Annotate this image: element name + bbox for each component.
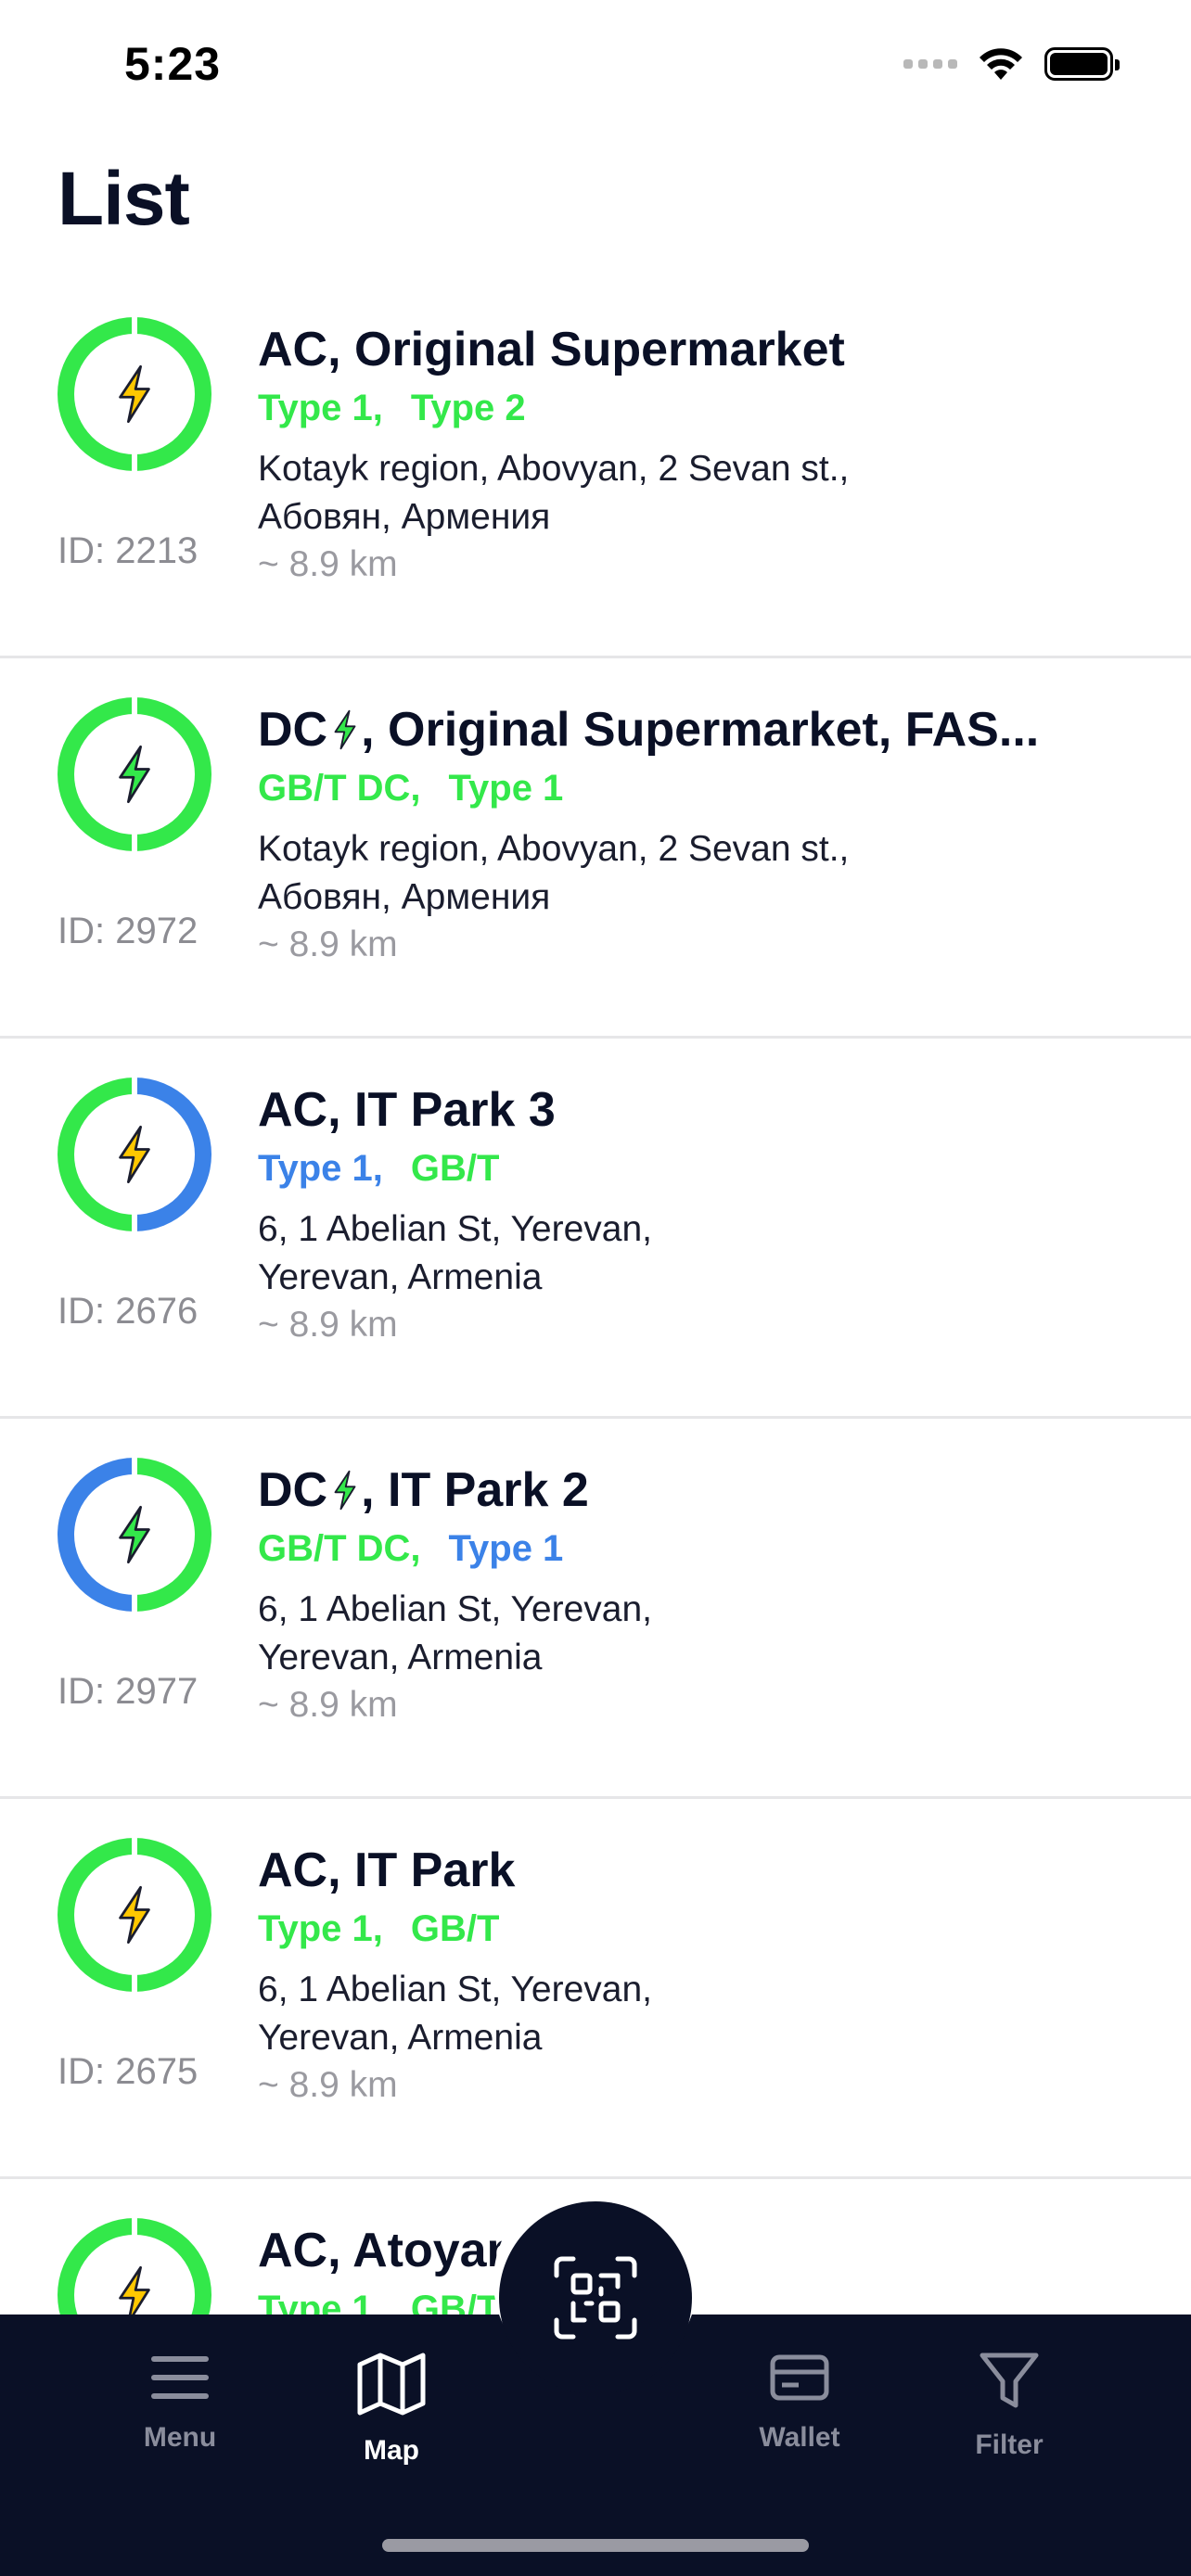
address-line-1: 6, 1 Abelian St, Yerevan,	[258, 1589, 653, 1629]
connector-type-label: GB/T DC,	[258, 768, 421, 809]
address-line-1: 6, 1 Abelian St, Yerevan,	[258, 1970, 653, 2009]
connector-type-label: Type 1	[448, 768, 564, 809]
address-line-2: Yerevan, Armenia	[258, 1638, 543, 1677]
connector-type-label: Type 1	[448, 1528, 564, 1569]
address-line-1: 6, 1 Abelian St, Yerevan,	[258, 1209, 653, 1249]
battery-icon	[1044, 47, 1120, 81]
station-distance: ~ 8.9 km	[258, 1685, 398, 1725]
connector-type-label: Type 2	[410, 388, 526, 428]
tab-filter[interactable]: Filter	[926, 2352, 1093, 2461]
address-line-2: Абовян, Армения	[258, 877, 551, 917]
tab-map-label: Map	[364, 2435, 419, 2466]
station-status-ring	[58, 1078, 211, 1231]
station-distance: ~ 8.9 km	[258, 925, 398, 964]
station-name: DC , IT Park 2	[258, 1460, 1154, 1521]
station-address: 6, 1 Abelian St, Yerevan, Yerevan, Armeni…	[258, 1966, 1154, 2062]
fast-charge-bolt-icon	[334, 1470, 356, 1511]
tab-menu[interactable]: Menu	[96, 2352, 263, 2454]
station-name: AC, Original Supermarket	[258, 323, 845, 376]
connector-type-label: Type 1,	[258, 1908, 383, 1949]
station-name: AC, IT Park	[258, 1843, 516, 1897]
station-distance: ~ 8.9 km	[258, 544, 398, 584]
wallet-icon	[770, 2354, 829, 2401]
station-list-item[interactable]: ID: 2676 AC, IT Park 3 Type 1, GB/T 6, 1 Abe…	[0, 1039, 1191, 1419]
home-indicator	[382, 2539, 809, 2552]
status-icons	[903, 46, 1120, 82]
status-time: 5:23	[124, 38, 222, 90]
page-title: List	[58, 157, 190, 241]
connector-types: Type 1, GB/T	[258, 1142, 1154, 1194]
address-line-1: Kotayk region, Abovyan, 2 Sevan st.,	[258, 829, 850, 869]
menu-icon	[151, 2356, 209, 2399]
tab-wallet[interactable]: Wallet	[716, 2352, 883, 2454]
station-list-item[interactable]: ID: 2977 DC , IT Park 2 GB/T DC, Type 1 6, 1 …	[0, 1419, 1191, 1799]
status-bar: 5:23	[0, 0, 1191, 130]
station-address: Kotayk region, Abovyan, 2 Sevan st., Абов…	[258, 825, 1154, 922]
station-name: DC , Original Supermarket, FAS...	[258, 699, 1154, 760]
address-line-2: Yerevan, Armenia	[258, 2018, 543, 2058]
connector-types: Type 1, GB/T	[258, 1903, 1154, 1955]
station-id: ID: 2972	[58, 911, 198, 951]
wifi-icon	[980, 48, 1022, 80]
station-distance: ~ 8.9 km	[258, 1305, 398, 1345]
qr-scan-icon	[554, 2256, 637, 2340]
station-list-item[interactable]: ID: 2675 AC, IT Park Type 1, GB/T 6, 1 Abeli…	[0, 1799, 1191, 2179]
station-id: ID: 2676	[58, 1291, 198, 1332]
connector-types: Type 1, Type 2	[258, 382, 1154, 434]
connector-type-label: Type 1,	[258, 388, 383, 428]
station-list-item[interactable]: ID: 2972 DC , Original Supermarket, FAS...…	[0, 658, 1191, 1039]
ac-charging-bolt-icon	[119, 364, 150, 424]
filter-icon	[980, 2353, 1039, 2408]
cellular-signal-icon	[903, 59, 957, 69]
station-status-ring	[58, 1458, 211, 1612]
station-id: ID: 2977	[58, 1671, 198, 1712]
station-status-ring	[58, 697, 211, 851]
dc-charging-bolt-icon	[119, 1505, 150, 1564]
station-address: 6, 1 Abelian St, Yerevan, Yerevan, Armeni…	[258, 1205, 1154, 1302]
station-address: 6, 1 Abelian St, Yerevan, Yerevan, Armeni…	[258, 1586, 1154, 1682]
dc-charging-bolt-icon	[119, 745, 150, 804]
station-name-prefix: DC	[258, 1463, 328, 1517]
ac-charging-bolt-icon	[119, 1885, 150, 1945]
connector-type-label: Type 1,	[258, 1148, 383, 1189]
address-line-2: Yerevan, Armenia	[258, 1257, 543, 1297]
address-line-1: Kotayk region, Abovyan, 2 Sevan st.,	[258, 449, 850, 489]
tab-filter-label: Filter	[975, 2429, 1044, 2460]
connector-type-label: GB/T DC,	[258, 1528, 421, 1569]
station-distance: ~ 8.9 km	[258, 2065, 398, 2105]
station-list-item[interactable]: ID: 2213 AC, Original Supermarket Type 1, T…	[0, 278, 1191, 658]
station-name-suffix: , Original Supermarket, FAS...	[361, 703, 1040, 757]
station-address: Kotayk region, Abovyan, 2 Sevan st., Абов…	[258, 445, 1154, 542]
tab-wallet-label: Wallet	[759, 2422, 840, 2453]
tab-menu-label: Menu	[143, 2422, 217, 2453]
station-name: AC, IT Park 3	[258, 1083, 556, 1137]
address-line-2: Абовян, Армения	[258, 497, 551, 537]
connector-types: GB/T DC, Type 1	[258, 762, 1154, 814]
station-id: ID: 2213	[58, 530, 198, 571]
tab-map[interactable]: Map	[308, 2352, 475, 2467]
fast-charge-bolt-icon	[334, 709, 356, 750]
station-name-suffix: , IT Park 2	[361, 1463, 589, 1517]
station-status-ring	[58, 1838, 211, 1992]
connector-types: GB/T DC, Type 1	[258, 1523, 1154, 1575]
station-status-ring	[58, 317, 211, 471]
station-name: AC, Atoyan	[258, 2224, 517, 2277]
connector-type-label: GB/T	[410, 1908, 500, 1949]
qr-scan-button[interactable]	[499, 2201, 692, 2394]
ac-charging-bolt-icon	[119, 1125, 150, 1184]
map-icon	[357, 2353, 426, 2416]
connector-type-label: GB/T	[410, 1148, 500, 1189]
station-name-prefix: DC	[258, 703, 328, 757]
station-id: ID: 2675	[58, 2051, 198, 2092]
